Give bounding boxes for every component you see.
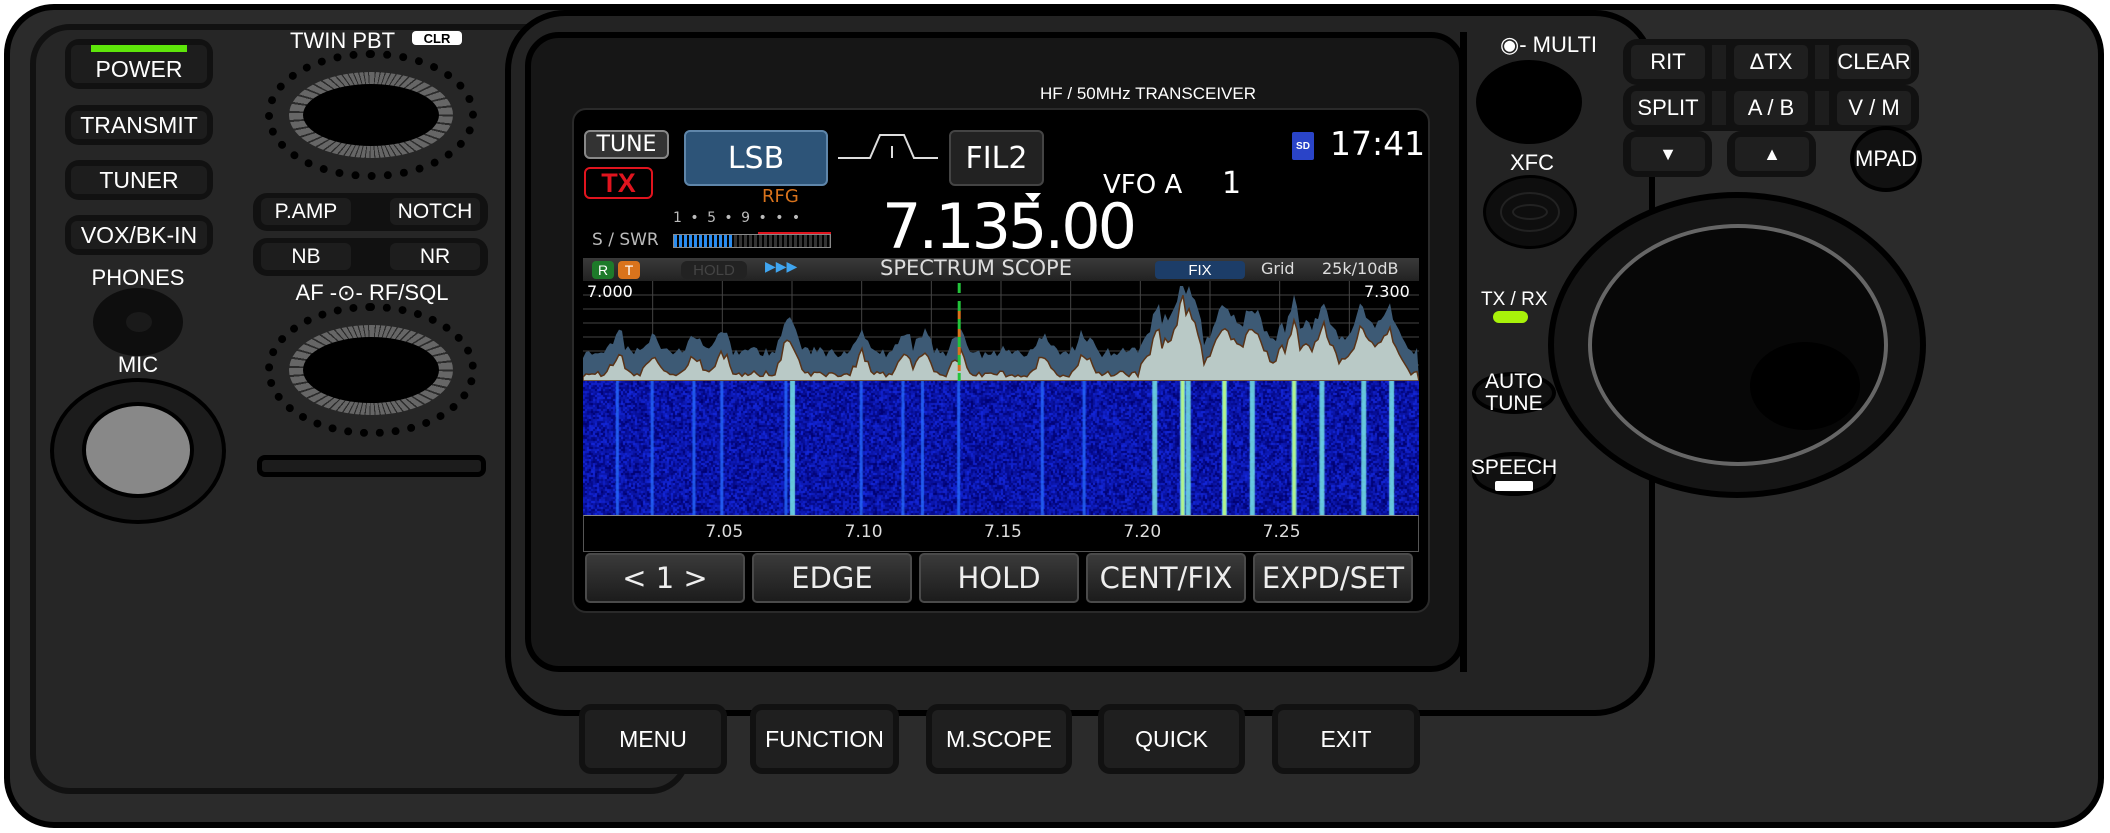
up-arrow-icon: ▲ <box>1735 137 1809 171</box>
freq-tick-label: 7.15 <box>984 522 1022 542</box>
model-header: HF / 50MHz TRANSCEIVER <box>1040 84 1257 103</box>
mode-button[interactable]: LSB <box>684 130 828 186</box>
filter-shape-icon <box>838 134 938 159</box>
sd-card-icon: SD <box>1292 132 1314 160</box>
vm-button[interactable]: V / M <box>1837 91 1911 125</box>
split-row: SPLIT A / B V / M <box>1623 85 1919 131</box>
tuner-button[interactable]: TUNER <box>65 160 213 200</box>
xfc-label: XFC <box>1510 150 1554 175</box>
frequency-axis: 7.05 7.10 7.15 7.20 7.25 <box>583 515 1419 552</box>
span-label: 25k/10dB <box>1322 259 1399 278</box>
auto-tune-label-2: TUNE <box>1485 392 1543 415</box>
scope-start-freq: 7.000 <box>587 282 633 301</box>
xfc-button[interactable] <box>1483 175 1577 249</box>
scope-speed-icon: ▶▶▶ <box>765 259 798 275</box>
hold-badge: HOLD <box>681 261 747 279</box>
ab-button[interactable]: A / B <box>1734 91 1808 125</box>
split-button[interactable]: SPLIT <box>1631 91 1705 125</box>
nb-button[interactable]: NB <box>261 243 351 270</box>
freq-tick-label: 7.10 <box>844 522 883 542</box>
receive-badge: R <box>592 261 614 279</box>
txrx-led <box>1493 311 1528 323</box>
multi-label: ◉- MULTI <box>1500 32 1597 58</box>
pamp-notch-row: P.AMP NOTCH <box>253 193 488 231</box>
delta-tx-button[interactable]: ΔTX <box>1734 45 1808 79</box>
softkey-0[interactable]: < 1 > <box>585 553 745 603</box>
scope-end-freq: 7.300 <box>1364 282 1410 301</box>
bottom-button-label: M.SCOPE <box>932 710 1066 768</box>
fix-badge[interactable]: FIX <box>1155 261 1245 279</box>
tuner-label: TUNER <box>71 166 207 194</box>
bottom-button-label: MENU <box>585 710 721 768</box>
transmit-button[interactable]: TRANSMIT <box>65 105 213 145</box>
up-button[interactable]: ▲ <box>1727 131 1816 177</box>
frequency-display[interactable]: 7.135.00 <box>882 190 1137 263</box>
nr-button[interactable]: NR <box>390 243 480 270</box>
vox-bkin-button[interactable]: VOX/BK-IN <box>65 215 213 255</box>
scope-title: SPECTRUM SCOPE <box>880 256 1072 280</box>
mic-label: MIC <box>117 352 159 377</box>
pamp-button[interactable]: P.AMP <box>261 198 351 225</box>
card-slot <box>257 455 486 477</box>
mic-connector <box>50 378 226 524</box>
phones-jack <box>93 288 183 356</box>
auto-tune-label-1: AUTO <box>1485 370 1543 393</box>
filter-button[interactable]: FIL2 <box>949 130 1044 186</box>
multi-text: MULTI <box>1532 32 1598 57</box>
vox-label: VOX/BK-IN <box>71 221 207 249</box>
rit-row: RIT ΔTX CLEAR <box>1623 39 1919 85</box>
main-dial[interactable] <box>1548 192 1926 498</box>
bottom-button-function[interactable]: FUNCTION <box>750 704 899 774</box>
grid-label: Grid <box>1261 259 1295 278</box>
down-arrow-icon: ▼ <box>1631 137 1705 171</box>
multi-knob[interactable] <box>1476 60 1582 144</box>
memory-channel: 1 <box>1222 166 1242 201</box>
dial-finger-hole <box>1750 342 1860 430</box>
waterfall[interactable] <box>583 381 1419 515</box>
transmit-badge: T <box>618 261 640 279</box>
rfg-indicator: RFG <box>762 186 799 207</box>
freq-tick-label: 7.05 <box>705 522 744 542</box>
spectrum-graph[interactable] <box>583 281 1419 381</box>
bottom-button-exit[interactable]: EXIT <box>1272 704 1420 774</box>
meter-label: S / SWR <box>592 230 659 250</box>
softkey-2[interactable]: HOLD <box>919 553 1079 603</box>
speech-label: SPEECH <box>1470 456 1558 479</box>
softkey-1[interactable]: EDGE <box>752 553 912 603</box>
auto-tune-button[interactable]: AUTO TUNE <box>1472 370 1556 415</box>
notch-button[interactable]: NOTCH <box>390 198 480 225</box>
clear-button[interactable]: CLEAR <box>1837 45 1911 79</box>
clock: 17:41 <box>1330 124 1426 163</box>
power-button[interactable]: POWER <box>65 39 213 89</box>
rit-button[interactable]: RIT <box>1631 45 1705 79</box>
power-label: POWER <box>95 56 183 82</box>
bottom-button-mscope[interactable]: M.SCOPE <box>926 704 1072 774</box>
nb-nr-row: NB NR <box>253 238 488 276</box>
txrx-label: TX / RX <box>1481 289 1548 310</box>
clr-badge: CLR <box>412 31 462 46</box>
down-button[interactable]: ▼ <box>1623 131 1712 177</box>
bottom-button-label: QUICK <box>1104 710 1239 768</box>
mic-pins <box>82 402 194 498</box>
tune-indicator: TUNE <box>584 130 669 159</box>
softkey-3[interactable]: CENT/FIX <box>1086 553 1246 603</box>
freq-tick-label: 7.25 <box>1262 522 1301 542</box>
s-meter <box>673 234 831 248</box>
tx-indicator: TX <box>584 167 653 199</box>
bottom-button-label: EXIT <box>1278 710 1414 768</box>
af-rf-sql-knob[interactable] <box>265 303 477 437</box>
mpad-button[interactable]: MPAD <box>1850 126 1922 192</box>
key-lock-icon <box>1495 481 1533 491</box>
bottom-button-label: FUNCTION <box>756 710 893 768</box>
transmit-label: TRANSMIT <box>71 111 207 139</box>
multi-icon: ◉- <box>1500 32 1533 57</box>
power-led <box>91 45 187 52</box>
speech-button[interactable]: SPEECH <box>1470 452 1558 496</box>
bottom-button-menu[interactable]: MENU <box>579 704 727 774</box>
bottom-button-quick[interactable]: QUICK <box>1098 704 1245 774</box>
twin-pbt-knob[interactable] <box>265 50 477 180</box>
meter-scale: 1 • 5 • 9 • • • <box>673 210 803 226</box>
freq-tick-label: 7.20 <box>1123 522 1162 542</box>
softkey-4[interactable]: EXPD/SET <box>1253 553 1413 603</box>
